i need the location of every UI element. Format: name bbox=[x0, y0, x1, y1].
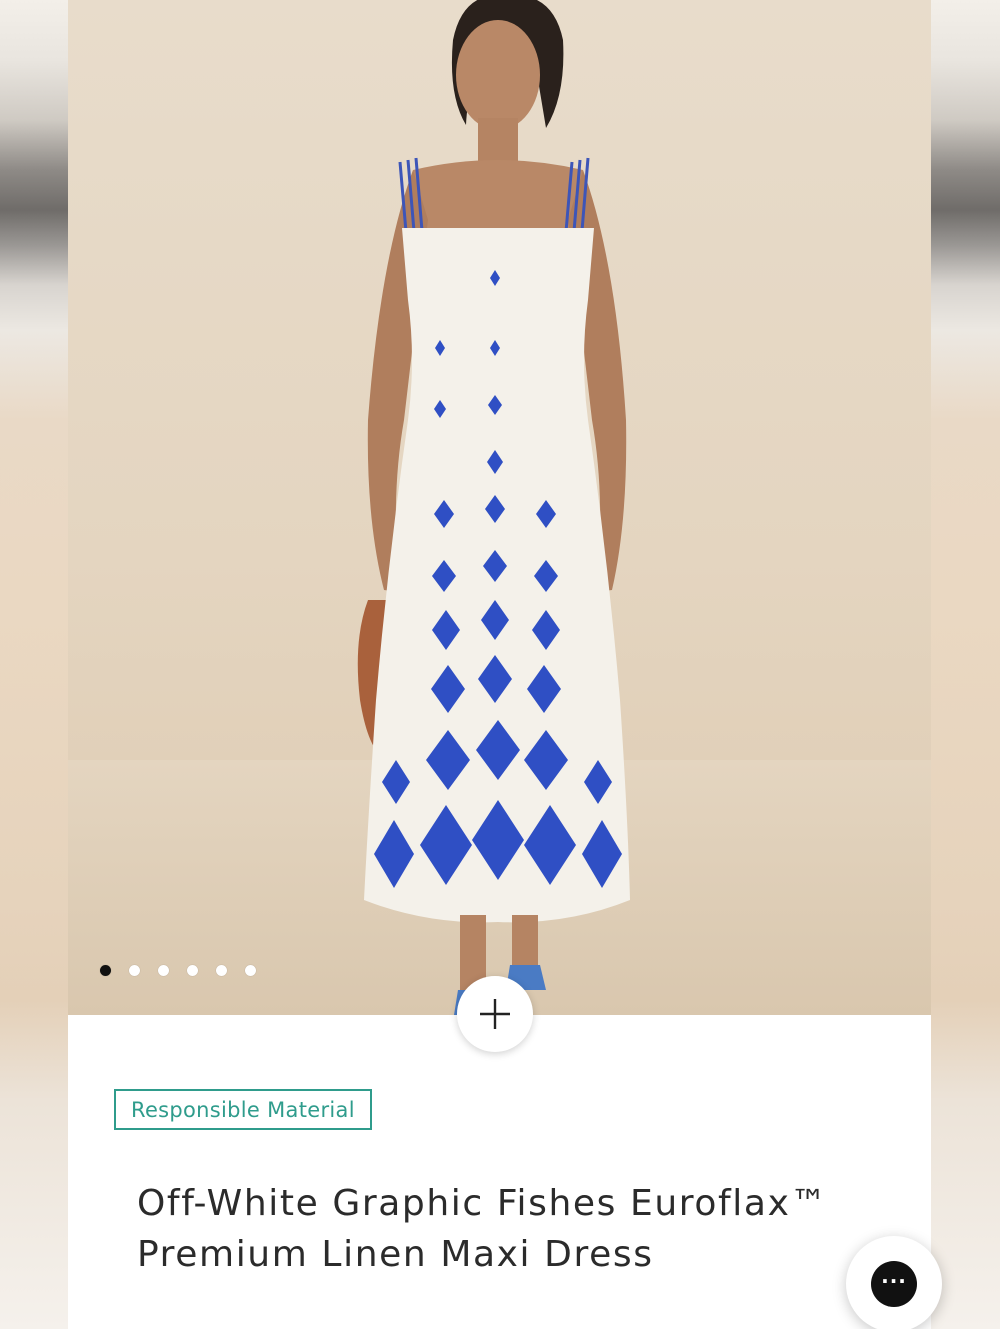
carousel-dot-3[interactable] bbox=[158, 965, 169, 976]
carousel-dot-1[interactable] bbox=[100, 965, 111, 976]
chat-ellipsis-icon: ··· bbox=[871, 1261, 917, 1307]
carousel-dot-4[interactable] bbox=[187, 965, 198, 976]
plus-icon bbox=[480, 999, 510, 1029]
product-page: Responsible Material Off-White Graphic F… bbox=[68, 0, 942, 1329]
product-image[interactable] bbox=[68, 0, 931, 1015]
product-title: Off-White Graphic Fishes Euroflax™ Premi… bbox=[137, 1183, 829, 1275]
carousel-dot-6[interactable] bbox=[245, 965, 256, 976]
chat-button[interactable]: ··· bbox=[846, 1236, 942, 1329]
dress-illustration bbox=[68, 0, 931, 1015]
carousel-dot-5[interactable] bbox=[216, 965, 227, 976]
carousel-dots bbox=[100, 965, 256, 976]
responsible-material-badge: Responsible Material bbox=[114, 1089, 372, 1130]
zoom-button[interactable] bbox=[457, 976, 533, 1052]
carousel-dot-2[interactable] bbox=[129, 965, 140, 976]
